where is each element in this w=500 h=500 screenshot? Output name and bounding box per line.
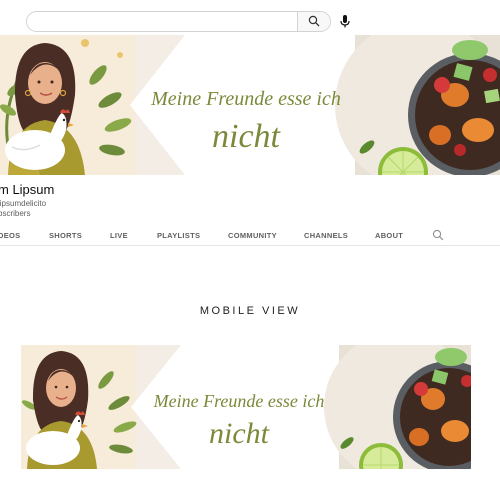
- tab-search-icon[interactable]: [432, 229, 444, 241]
- channel-subscriber-count: bscribers: [0, 209, 31, 218]
- tab-playlists[interactable]: PLAYLISTS: [157, 231, 200, 240]
- channel-banner: Meine Freunde esse ich nicht: [0, 35, 500, 175]
- tab-about[interactable]: ABOUT: [375, 231, 403, 240]
- banner-tagline-line1: Meine Freunde esse ich: [150, 88, 341, 110]
- mobile-banner-tagline-line1: Meine Freunde esse ich: [153, 391, 325, 411]
- tab-shorts[interactable]: SHORTS: [49, 231, 82, 240]
- banner-tagline-line2: nicht: [212, 118, 282, 155]
- mobile-banner-tagline-line2: nicht: [209, 417, 270, 450]
- channel-handle: lipsumdelicito: [0, 199, 47, 208]
- tab-channels[interactable]: CHANNELS: [304, 231, 348, 240]
- tab-videos[interactable]: DEOS: [0, 231, 20, 240]
- tab-community[interactable]: COMMUNITY: [228, 231, 277, 240]
- channel-tabs: DEOS SHORTS LIVE PLAYLISTS COMMUNITY CHA…: [0, 224, 500, 246]
- section-title: MOBILE VIEW: [199, 305, 301, 317]
- search-button[interactable]: [297, 12, 330, 31]
- banner-artwork: Meine Freunde esse ich nicht: [0, 35, 500, 175]
- mobile-banner-artwork: Meine Freunde esse ich nicht: [21, 345, 471, 469]
- tab-live[interactable]: LIVE: [110, 231, 128, 240]
- search-icon: [308, 15, 320, 27]
- search-input[interactable]: [27, 12, 297, 31]
- mobile-channel-banner: Meine Freunde esse ich nicht: [21, 345, 471, 469]
- search-box[interactable]: [26, 11, 331, 32]
- microphone-icon[interactable]: [337, 13, 353, 29]
- channel-name: m Lipsum: [0, 182, 55, 197]
